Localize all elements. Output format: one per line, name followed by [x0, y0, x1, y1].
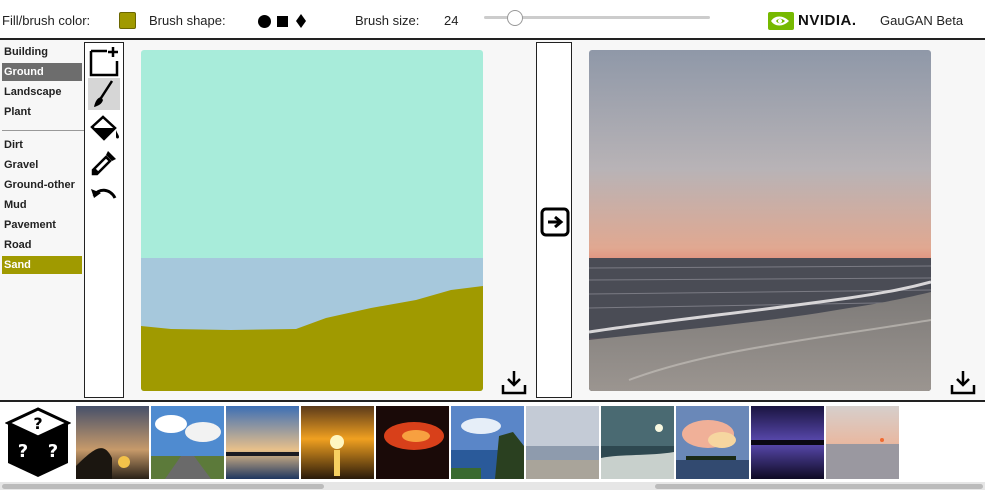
arrow-right-icon[interactable]: [540, 207, 570, 237]
label-item-landscape[interactable]: Landscape: [2, 83, 82, 101]
thumbnail-sun-reflection[interactable]: [301, 406, 374, 479]
scrollbar-thumb-right[interactable]: [655, 484, 983, 489]
toolbar: Fill/brush color: Brush shape: Brush siz…: [0, 0, 985, 40]
thumbnail-red-sunset[interactable]: [376, 406, 449, 479]
download-output-button[interactable]: [950, 369, 976, 395]
label-item-sand[interactable]: Sand: [2, 256, 82, 274]
fill-bucket-icon: [90, 115, 119, 141]
generate-column: [536, 42, 572, 398]
output-image: [589, 50, 931, 391]
new-canvas-button[interactable]: [88, 45, 120, 77]
brush-shape-picker: [255, 11, 311, 31]
random-dice-icon[interactable]: ? ? ?: [5, 407, 71, 479]
scrollbar-thumb[interactable]: [2, 484, 324, 489]
horizontal-scrollbar[interactable]: [0, 482, 985, 490]
label-list: Building Ground Landscape Plant Dirt Gra…: [0, 42, 84, 398]
slider-thumb[interactable]: [507, 10, 523, 26]
thumbnail-sunset-tree[interactable]: [76, 406, 149, 479]
thumbnail-road-clouds[interactable]: [151, 406, 224, 479]
diamond-icon[interactable]: [296, 14, 306, 28]
square-icon[interactable]: [277, 16, 288, 27]
nvidia-logo: NVIDIA.: [768, 12, 863, 30]
tool-palette: [84, 42, 124, 398]
gaugan-app: Fill/brush color: Brush shape: Brush siz…: [0, 0, 985, 490]
thumbnail-purple-sunset[interactable]: [751, 406, 824, 479]
label-item-pavement[interactable]: Pavement: [2, 216, 82, 234]
brush-tool-button[interactable]: [88, 78, 120, 110]
undo-icon: [91, 188, 117, 199]
brush-shape-label: Brush shape:: [149, 13, 226, 28]
brush-icon: [94, 80, 114, 107]
nvidia-eye-icon: [768, 12, 794, 30]
circle-icon[interactable]: [258, 15, 271, 28]
label-item-building[interactable]: Building: [2, 43, 82, 61]
segmentation-canvas[interactable]: [141, 50, 483, 391]
thumbnail-pink-clouds[interactable]: [676, 406, 749, 479]
eyedropper-icon: [91, 151, 116, 176]
label-item-gravel[interactable]: Gravel: [2, 156, 82, 174]
fill-color-swatch[interactable]: [119, 12, 136, 29]
fill-tool-button[interactable]: [88, 113, 120, 145]
download-icon: [950, 371, 976, 395]
style-thumbnail-strip: ? ? ?: [0, 400, 985, 482]
svg-text:?: ?: [18, 441, 28, 462]
label-item-ground-other[interactable]: Ground-other: [2, 176, 82, 194]
label-item-plant[interactable]: Plant: [2, 103, 82, 121]
label-divider: [2, 130, 84, 131]
svg-text:?: ?: [33, 414, 42, 433]
thumbnail-coast-cliff[interactable]: [451, 406, 524, 479]
fill-color-label: Fill/brush color:: [2, 13, 91, 28]
new-canvas-icon: [89, 47, 119, 77]
undo-tool-button[interactable]: [88, 179, 120, 211]
app-title: GauGAN Beta: [880, 13, 964, 28]
brush-size-slider[interactable]: [484, 10, 710, 26]
download-icon: [501, 371, 527, 395]
brand-text: NVIDIA.: [798, 12, 857, 29]
label-item-mud[interactable]: Mud: [2, 196, 82, 214]
eyedropper-tool-button[interactable]: [88, 147, 120, 179]
thumbnail-night-shore[interactable]: [601, 406, 674, 479]
thumbnail-grey-beach[interactable]: [526, 406, 599, 479]
label-item-road[interactable]: Road: [2, 236, 82, 254]
thumbnail-lake-dusk[interactable]: [226, 406, 299, 479]
thumbnail-calm-sea[interactable]: [826, 406, 899, 479]
label-item-dirt[interactable]: Dirt: [2, 136, 82, 154]
download-segmentation-button[interactable]: [501, 369, 527, 395]
label-item-ground[interactable]: Ground: [2, 63, 82, 81]
brush-size-value: 24: [444, 13, 459, 28]
brush-size-label: Brush size:: [355, 13, 420, 28]
svg-text:?: ?: [48, 441, 58, 462]
